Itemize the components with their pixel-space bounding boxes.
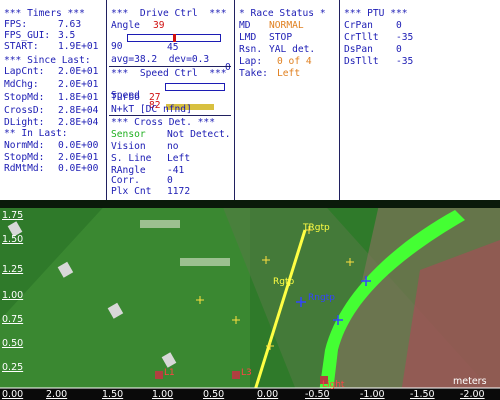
x-tick-label: 0.00 [257, 389, 279, 400]
dspan-row: DsPan 0 [344, 44, 402, 55]
y-tick-label: 0.50 [2, 338, 24, 349]
plxcnt-row: Plx Cnt 1172 [111, 186, 191, 197]
l3-label: L3 [241, 368, 252, 378]
y-tick-label: 1.75 [2, 210, 24, 221]
angle-slider[interactable] [127, 34, 221, 42]
angle-row: Angle 39 [111, 20, 165, 31]
rsn-row: Rsn. YAL det. [239, 44, 316, 55]
crossd-row: CrossD: 2.8E+04 [4, 105, 99, 116]
drive-divider [109, 66, 231, 67]
rgtp-label: Rgtp [273, 277, 295, 287]
x-tick-label: -0.50 [305, 389, 330, 400]
x-tick-label: 1.50 [102, 389, 124, 400]
ptu-title: *** PTU *** [344, 8, 408, 19]
y-tick-label: 1.00 [2, 290, 24, 301]
rdmtmd-row: RdMtMd: 0.0E+00 [4, 163, 99, 174]
speed-title: *** Speed Ctrl *** [111, 68, 227, 79]
y-tick-label: 0.75 [2, 314, 24, 325]
l1-marker [155, 371, 163, 379]
dstilt-row: DsTllt -35 [344, 56, 414, 67]
cross-title: *** Cross Det. *** [111, 117, 215, 128]
x-tick-label: -1.00 [360, 389, 385, 400]
lap-row: Lap: 0 of 4 [239, 56, 312, 67]
lapcnt-row: LapCnt: 2.0E+01 [4, 66, 99, 77]
drive-panel: *** Drive Ctrl *** Angle 39 90 0 45 avg=3… [107, 0, 233, 200]
crtilt-row: CrTllt -35 [344, 32, 414, 43]
x-tick-label: 1.00 [152, 389, 174, 400]
normmd-row: NormMd: 0.0E+00 [4, 140, 99, 151]
trgtp-label: TRgtp [303, 223, 330, 233]
angle-slider-thumb[interactable] [173, 34, 176, 42]
start-row: START: 1.9E+01 [4, 41, 99, 52]
lmd-row: LMD STOP [239, 32, 293, 43]
x-unit-label: meters [453, 376, 487, 387]
timers-panel: *** Timers *** FPS: 7.63 FPS_GUI: 3.5 STAR… [0, 0, 106, 200]
x-tick-label: 2.00 [46, 389, 68, 400]
vision-row: Vision no [111, 141, 179, 152]
x-tick-label: -1.50 [410, 389, 435, 400]
l3-marker [232, 371, 240, 379]
y-tick-label: 0.00 [2, 389, 24, 400]
drive-title: *** Drive Ctrl *** [111, 8, 227, 19]
mdchg-row: MdChg: 2.0E+01 [4, 79, 99, 90]
sline-row: S. Line Left [111, 153, 191, 164]
x-tick-label: 0.50 [203, 389, 225, 400]
in-last-title: ** In Last: [4, 128, 68, 139]
turbo-row: Turbo 27 [111, 92, 161, 103]
speed-divider [109, 115, 231, 116]
light-label: Light [322, 380, 345, 390]
race-title: * Race Status * [239, 8, 326, 19]
take-row: Take: Left [239, 68, 301, 79]
y-tick-label: 1.50 [2, 234, 24, 245]
race-status-panel: * Race Status * MD NORMAL LMD STOP Rsn. YAL… [235, 0, 339, 200]
speed-row: Speed 82 [111, 81, 231, 111]
rngtp-label: Rngtp [308, 293, 335, 303]
y-tick-label: 1.25 [2, 264, 24, 275]
angle-center-row: 45 [167, 42, 179, 53]
sensor-row: Sensor Not Detect. [111, 129, 231, 140]
camera-view[interactable]: 1.75 1.50 1.25 1.00 0.75 0.50 0.25 0.00 … [0, 200, 500, 400]
angle-stats-row: avg=38.2 dev=0.3 [111, 54, 210, 65]
l1-label: L1 [164, 368, 175, 378]
y-tick-label: 0.25 [2, 362, 24, 373]
top-band [0, 200, 500, 208]
speed-bar [165, 83, 225, 111]
ptu-panel: *** PTU *** CrPan 0 CrTllt -35 DsPan 0 DsTl… [340, 0, 500, 200]
x-tick-label: -2.00 [460, 389, 485, 400]
md-row: MD NORMAL [239, 20, 304, 31]
crpan-row: CrPan 0 [344, 20, 402, 31]
stopmd-row: StopMd: 1.8E+01 [4, 92, 99, 103]
